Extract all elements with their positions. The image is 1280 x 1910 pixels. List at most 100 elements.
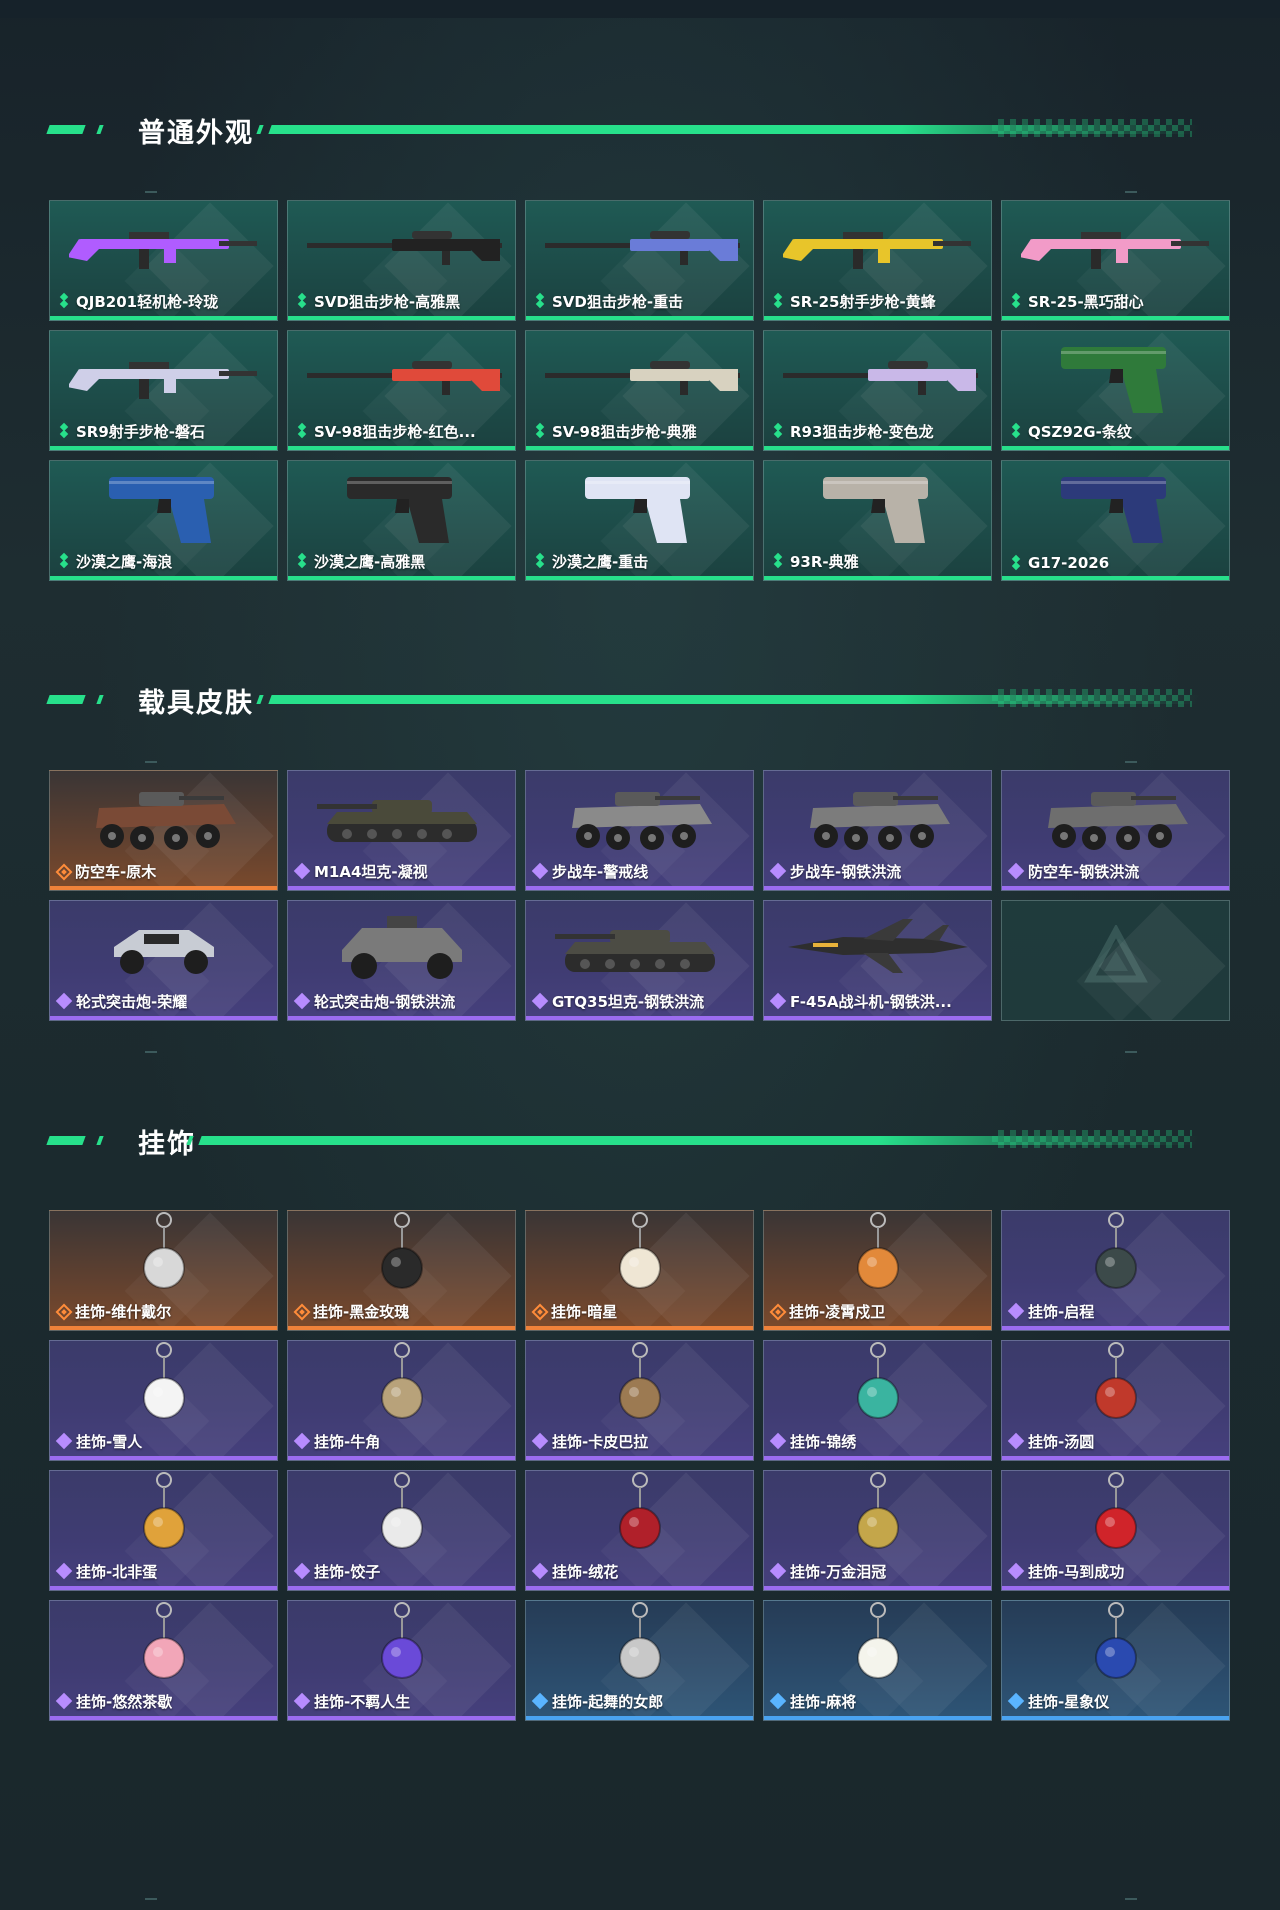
rifle-icon bbox=[1002, 207, 1229, 287]
item-label: 沙漠之鹰-重击 bbox=[534, 551, 648, 572]
item-card[interactable]: 挂饰-锦绣 bbox=[763, 1340, 992, 1461]
item-card[interactable]: 防空车-钢铁洪流 bbox=[1001, 770, 1230, 891]
item-name: 挂饰-凌霄戍卫 bbox=[789, 1303, 886, 1321]
pistol-icon bbox=[1002, 467, 1229, 547]
item-label: 防空车-原木 bbox=[55, 861, 157, 882]
item-card[interactable]: 挂饰-马到成功 bbox=[1001, 1470, 1230, 1591]
item-label: 挂饰-北非蛋 bbox=[55, 1561, 157, 1582]
buggy-icon bbox=[50, 907, 277, 987]
item-card[interactable]: 挂饰-麻将 bbox=[763, 1600, 992, 1721]
jet-fighter-icon bbox=[764, 907, 991, 987]
item-card[interactable]: 挂饰-悠然茶歇 bbox=[49, 1600, 278, 1721]
item-card[interactable]: 挂饰-万金泪冠 bbox=[763, 1470, 992, 1591]
charm-grid: 挂饰-维什戴尔 挂饰-黑金玫瑰 挂饰-暗星 挂饰-凌霄戍卫 挂饰-启程 挂饰-雪… bbox=[49, 1210, 1230, 1721]
rarity-purple-icon bbox=[531, 992, 549, 1010]
item-card[interactable]: 步战车-钢铁洪流 bbox=[763, 770, 992, 891]
item-name: 挂饰-绒花 bbox=[552, 1563, 619, 1581]
item-label: 挂饰-万金泪冠 bbox=[769, 1561, 886, 1582]
item-label: 挂饰-暗星 bbox=[531, 1301, 618, 1322]
charm-icon bbox=[50, 1211, 277, 1297]
item-card[interactable]: 挂饰-暗星 bbox=[525, 1210, 754, 1331]
rarity-purple-icon bbox=[293, 1432, 311, 1450]
item-name: R93狙击步枪-变色龙 bbox=[790, 423, 934, 441]
item-card[interactable]: 步战车-警戒线 bbox=[525, 770, 754, 891]
rarity-purple-icon bbox=[769, 1432, 787, 1450]
item-card[interactable]: 挂饰-卡皮巴拉 bbox=[525, 1340, 754, 1461]
item-card[interactable]: 沙漠之鹰-海浪 bbox=[49, 460, 278, 581]
item-name: 挂饰-维什戴尔 bbox=[75, 1303, 172, 1321]
item-card[interactable]: 轮式突击炮-荣耀 bbox=[49, 900, 278, 1021]
item-label: 步战车-警戒线 bbox=[531, 861, 648, 882]
item-card[interactable]: 挂饰-不羁人生 bbox=[287, 1600, 516, 1721]
item-name: 防空车-原木 bbox=[75, 863, 157, 881]
item-label: 轮式突击炮-荣耀 bbox=[55, 991, 187, 1012]
charm-icon bbox=[1002, 1341, 1229, 1427]
item-name: 挂饰-暗星 bbox=[551, 1303, 618, 1321]
rarity-purple-icon bbox=[293, 1692, 311, 1710]
item-label: 挂饰-锦绣 bbox=[769, 1431, 856, 1452]
rarity-blue-icon bbox=[531, 1692, 549, 1710]
item-card[interactable]: 挂饰-起舞的女郎 bbox=[525, 1600, 754, 1721]
item-label: 挂饰-启程 bbox=[1007, 1301, 1094, 1322]
item-card[interactable]: 挂饰-黑金玫瑰 bbox=[287, 1210, 516, 1331]
item-card[interactable]: SV-98狙击步枪-典雅 bbox=[525, 330, 754, 451]
item-card[interactable]: SVD狙击步枪-高雅黑 bbox=[287, 200, 516, 321]
item-name: 挂饰-黑金玫瑰 bbox=[313, 1303, 410, 1321]
item-card[interactable]: 挂饰-凌霄戍卫 bbox=[763, 1210, 992, 1331]
charm-icon bbox=[288, 1211, 515, 1297]
rarity-purple-icon bbox=[55, 1432, 73, 1450]
item-name: 防空车-钢铁洪流 bbox=[1028, 863, 1140, 881]
section-header: 普通外观 bbox=[46, 107, 1200, 149]
item-label: 轮式突击炮-钢铁洪流 bbox=[293, 991, 455, 1012]
item-card[interactable]: 挂饰-绒花 bbox=[525, 1470, 754, 1591]
item-card[interactable]: QSZ92G-条纹 bbox=[1001, 330, 1230, 451]
item-name: M1A4坦克-凝视 bbox=[314, 863, 428, 881]
item-card[interactable]: GTQ35坦克-钢铁洪流 bbox=[525, 900, 754, 1021]
armored-vehicle-icon bbox=[50, 777, 277, 857]
item-card[interactable]: SR9射手步枪-磐石 bbox=[49, 330, 278, 451]
item-label: 挂饰-维什戴尔 bbox=[55, 1301, 172, 1322]
item-name: 挂饰-马到成功 bbox=[1028, 1563, 1125, 1581]
item-card[interactable]: G17-2026 bbox=[1001, 460, 1230, 581]
rarity-purple-icon bbox=[531, 862, 549, 880]
item-card[interactable]: 挂饰-饺子 bbox=[287, 1470, 516, 1591]
pistol-icon bbox=[288, 467, 515, 547]
item-card[interactable]: QJB201轻机枪-玲珑 bbox=[49, 200, 278, 321]
armored-vehicle-icon bbox=[1002, 777, 1229, 857]
rarity-purple-icon bbox=[55, 1692, 73, 1710]
sniper-rifle-icon bbox=[764, 337, 991, 417]
skin-grid: QJB201轻机枪-玲珑 SVD狙击步枪-高雅黑 SVD狙击步枪-重击 SR-2… bbox=[49, 200, 1230, 581]
item-card[interactable]: 93R-典雅 bbox=[763, 460, 992, 581]
item-card[interactable]: 挂饰-星象仪 bbox=[1001, 1600, 1230, 1721]
item-name: 挂饰-卡皮巴拉 bbox=[552, 1433, 649, 1451]
rarity-green-icon bbox=[58, 552, 71, 569]
checker-decoration bbox=[992, 1130, 1192, 1148]
item-label: SV-98狙击步枪-红色... bbox=[296, 421, 476, 442]
item-card[interactable]: 挂饰-维什戴尔 bbox=[49, 1210, 278, 1331]
item-card[interactable]: SVD狙击步枪-重击 bbox=[525, 200, 754, 321]
rifle-icon bbox=[50, 337, 277, 417]
item-card[interactable]: SR-25-黑巧甜心 bbox=[1001, 200, 1230, 321]
item-label: 挂饰-凌霄戍卫 bbox=[769, 1301, 886, 1322]
item-card[interactable]: 轮式突击炮-钢铁洪流 bbox=[287, 900, 516, 1021]
rarity-orange-icon bbox=[55, 863, 73, 880]
item-name: 挂饰-雪人 bbox=[76, 1433, 143, 1451]
rarity-purple-icon bbox=[55, 1562, 73, 1580]
item-card[interactable]: F-45A战斗机-钢铁洪... bbox=[763, 900, 992, 1021]
item-card[interactable]: 挂饰-汤圆 bbox=[1001, 1340, 1230, 1461]
item-card[interactable]: SV-98狙击步枪-红色... bbox=[287, 330, 516, 451]
item-card[interactable]: 挂饰-牛角 bbox=[287, 1340, 516, 1461]
armored-car-icon bbox=[288, 907, 515, 987]
item-card[interactable]: 挂饰-北非蛋 bbox=[49, 1470, 278, 1591]
rarity-blue-icon bbox=[769, 1692, 787, 1710]
item-card[interactable]: M1A4坦克-凝视 bbox=[287, 770, 516, 891]
rarity-purple-icon bbox=[1007, 1562, 1025, 1580]
item-label: 挂饰-马到成功 bbox=[1007, 1561, 1125, 1582]
item-card[interactable]: 挂饰-启程 bbox=[1001, 1210, 1230, 1331]
item-card[interactable]: R93狙击步枪-变色龙 bbox=[763, 330, 992, 451]
item-card[interactable]: 防空车-原木 bbox=[49, 770, 278, 891]
item-card[interactable]: 沙漠之鹰-重击 bbox=[525, 460, 754, 581]
item-card[interactable]: 挂饰-雪人 bbox=[49, 1340, 278, 1461]
item-card[interactable]: 沙漠之鹰-高雅黑 bbox=[287, 460, 516, 581]
item-card[interactable]: SR-25射手步枪-黄蜂 bbox=[763, 200, 992, 321]
